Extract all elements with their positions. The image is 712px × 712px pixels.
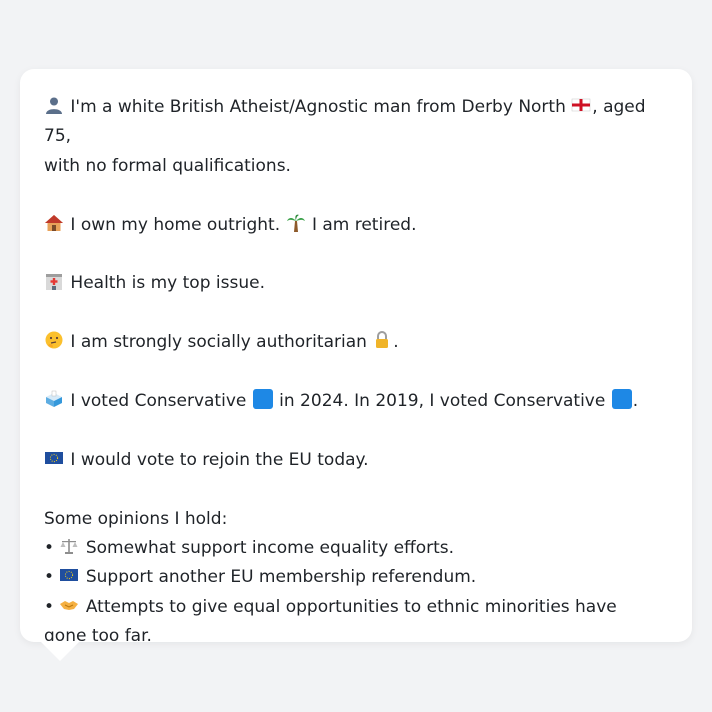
identity-text-3: with no formal qualifications. [44,155,291,176]
opinion-text: Somewhat support income equality efforts… [85,538,455,558]
england-flag-icon [571,95,591,115]
opinion-text: Attempts to give equal opportunities to … [44,596,617,647]
eu-flag-icon [44,448,64,468]
message-text: I'm a white British Atheist/Agnostic man… [44,93,664,652]
blue-square-icon [611,389,632,409]
eu-text: I would vote to rejoin the EU today. [70,449,369,470]
list-item: • Somewhat support income equality effor… [44,534,664,563]
vote-text-prefix: I voted Conservative [70,391,247,411]
eu-flag-icon [59,565,79,585]
list-item: • Support another EU membership referend… [44,563,664,592]
opinion-text: Support another EU membership referendum… [85,567,477,588]
social-suffix: . [393,332,399,353]
lock-icon [372,330,392,350]
retired-text: I am retired. [311,214,417,235]
home-line: I own my home outright. I am retired. [44,211,664,240]
social-text: I am strongly socially authoritarian [70,332,367,353]
palm-tree-icon [286,213,306,233]
vote-line: I voted Conservative in 2024. In 2019, I… [44,387,664,416]
scales-icon [59,536,79,556]
home-text: I own my home outright. [70,214,281,235]
person-silhouette-icon [44,95,64,115]
thinking-face-icon [44,330,64,350]
hospital-icon [44,271,64,291]
identity-text-1: I'm a white British Atheist/Agnostic man… [70,97,566,117]
social-line: I am strongly socially authoritarian . [44,328,664,357]
bubble-tail [40,641,80,661]
handshake-icon [59,595,79,615]
list-item: • Attempts to give equal opportunities t… [44,593,664,652]
eu-line: I would vote to rejoin the EU today. [44,446,664,475]
identity-line: I'm a white British Atheist/Agnostic man… [44,93,664,181]
vote-text-mid: in 2024. In 2019, I voted Conservative [279,391,606,411]
bullet-dot: • [44,596,55,617]
health-text: Health is my top issue. [70,273,265,294]
bullet-dot: • [44,567,55,588]
bullet-dot: • [44,538,55,558]
page: I'm a white British Atheist/Agnostic man… [0,0,712,712]
vote-text-suffix: . [632,391,639,411]
health-line: Health is my top issue. [44,269,664,298]
blue-square-icon [252,389,273,409]
house-icon [44,213,64,233]
message-bubble: I'm a white British Atheist/Agnostic man… [20,69,692,646]
opinions-heading: Some opinions I hold: [44,508,228,529]
ballot-box-icon [44,389,64,409]
